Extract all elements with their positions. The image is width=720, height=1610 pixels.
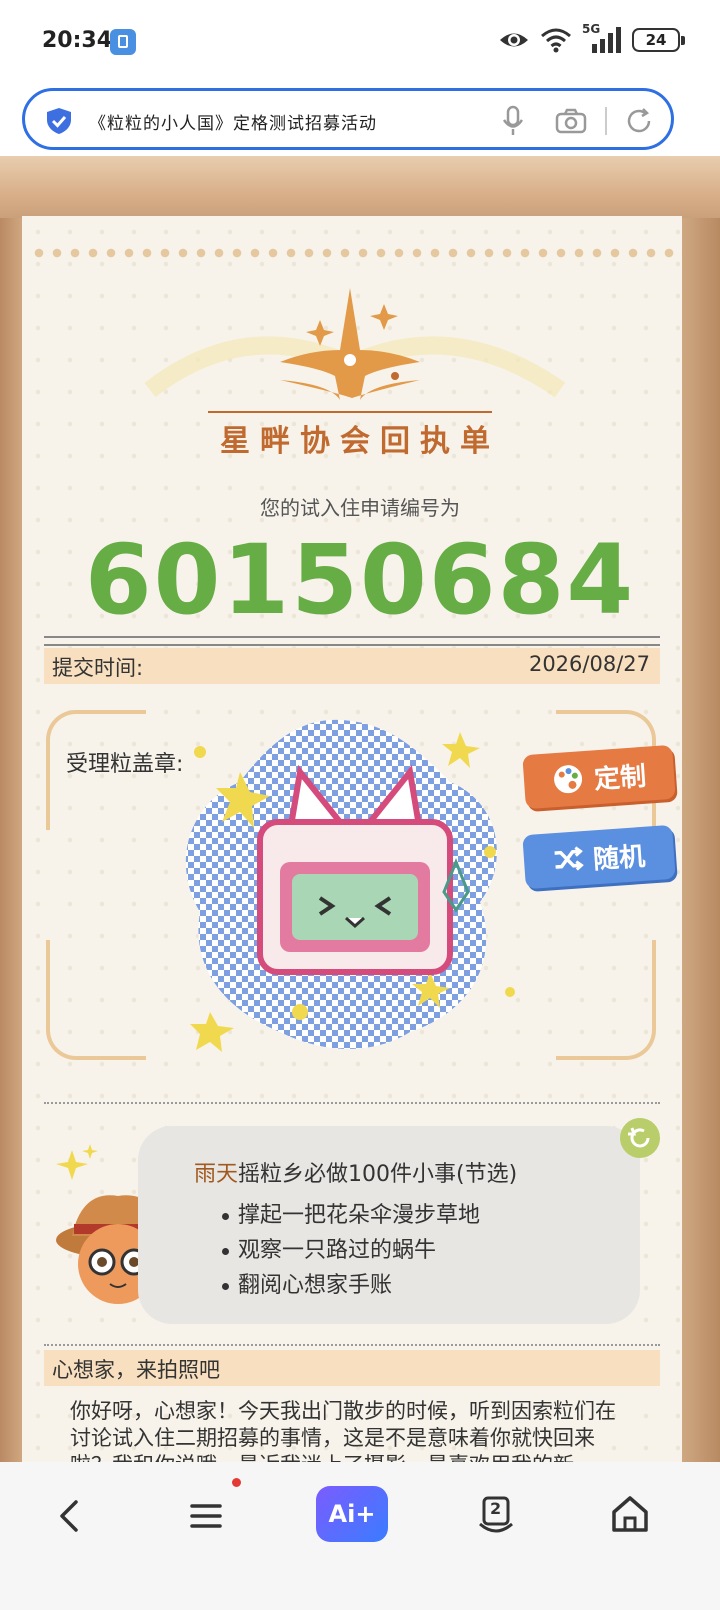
application-number-label: 您的试入住申请编号为: [260, 496, 460, 520]
shield-icon: [47, 108, 71, 134]
shuffle-icon: [554, 846, 584, 871]
double-divider: [44, 636, 660, 646]
todo-list: 撑起一把花朵伞漫步草地 观察一只路过的蜗牛 翻阅心想家手账: [222, 1198, 480, 1303]
random-button-label: 随机: [592, 841, 647, 875]
battery-indicator: 24: [632, 28, 685, 52]
submit-time-value: 2026/08/27: [528, 652, 650, 676]
notification-app-icon: [110, 29, 136, 55]
application-number: 60150684: [84, 524, 636, 636]
submit-time-label: 提交时间:: [52, 656, 144, 680]
microphone-icon[interactable]: [501, 105, 525, 137]
list-item: 撑起一把花朵伞漫步草地: [222, 1198, 480, 1233]
status-bar: 20:34 5G 24: [0, 0, 720, 84]
camera-icon[interactable]: [555, 108, 587, 134]
todo-title-text: 摇粒乡必做100件小事(节选): [238, 1162, 518, 1187]
letter-text: 你好呀，心想家！今天我出门散步的时候，听到因索粒们在讨论试入住二期招募的事情，这…: [70, 1399, 616, 1462]
frame-corner-bottom-left: [46, 940, 146, 1060]
wifi-icon: [541, 28, 571, 53]
ai-assistant-button[interactable]: Ai+: [316, 1486, 388, 1542]
tabs-button[interactable]: 2: [476, 1494, 516, 1538]
submit-time-row: 提交时间: 2026/08/27: [44, 648, 660, 684]
weather-label: 雨天: [194, 1162, 239, 1187]
status-time: 20:34: [42, 28, 113, 53]
address-bar[interactable]: 《粒粒的小人国》定格测试招募活动: [22, 88, 674, 150]
refresh-todo-icon[interactable]: [620, 1118, 660, 1158]
battery-level: 24: [645, 31, 667, 49]
back-icon[interactable]: [52, 1498, 88, 1534]
receipt-title: 星畔协会回执单: [220, 424, 500, 459]
wood-top-bar: [0, 156, 720, 218]
customize-button-label: 定制: [593, 761, 648, 795]
menu-icon[interactable]: [186, 1498, 226, 1534]
todo-title: 雨天摇粒乡必做100件小事(节选): [194, 1156, 517, 1188]
perforation-dots: [30, 248, 676, 258]
list-item: 观察一只路过的蜗牛: [222, 1233, 480, 1268]
palette-icon: [554, 765, 583, 794]
ai-button-label: Ai+: [328, 1500, 376, 1528]
url-text[interactable]: 《粒粒的小人国》定格测试招募活动: [89, 109, 377, 134]
photo-section-label: 心想家，来拍照吧: [52, 1358, 220, 1382]
status-icons: 5G 24: [498, 22, 685, 54]
list-item: 翻阅心想家手账: [222, 1268, 480, 1303]
notification-dot: [232, 1478, 241, 1487]
dotted-divider: [44, 1102, 660, 1104]
customize-button[interactable]: 定制: [522, 744, 676, 810]
refresh-icon[interactable]: [625, 107, 653, 135]
dotted-divider: [44, 1344, 660, 1346]
stamp-label: 受理粒盖章:: [66, 752, 184, 777]
address-bar-divider: [605, 107, 607, 135]
frame-corner-bottom-right: [556, 940, 656, 1060]
photo-section-header: 心想家，来拍照吧: [44, 1350, 660, 1386]
signal-icon: 5G: [582, 22, 622, 54]
tabs-count: 2: [490, 1499, 502, 1518]
eye-icon: [500, 33, 528, 47]
stamp-character-image: [185, 719, 515, 1052]
todo-card: 雨天摇粒乡必做100件小事(节选) 撑起一把花朵伞漫步草地 观察一只路过的蜗牛 …: [138, 1126, 640, 1324]
random-button[interactable]: 随机: [522, 824, 676, 890]
home-icon[interactable]: [610, 1494, 650, 1534]
bottom-nav: Ai+ 2: [0, 1462, 720, 1610]
